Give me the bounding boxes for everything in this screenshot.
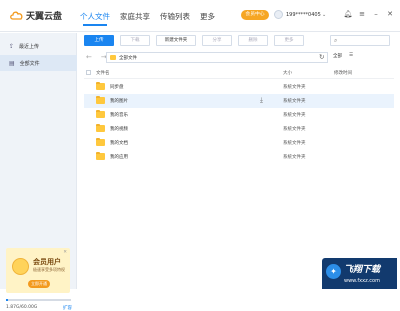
sidebar-item-recent-upload[interactable]: ⇪ 最近上传 [0,38,77,54]
expand-storage-link[interactable]: 扩容 [63,305,72,311]
file-type: 系统文件夹 [283,99,306,104]
view-options: 全部 ☰ [333,53,360,59]
table-header: 文件名 大小 修改时间 [84,67,394,79]
watermark-url: www.fxxz.com [344,278,380,284]
vip-center-button[interactable]: 会员中心 [241,10,269,20]
file-icon: ▤ [9,59,15,67]
delete-button[interactable]: 删除 [238,35,268,46]
file-name: 我的文档 [110,141,128,146]
breadcrumb[interactable]: 全部文件 [106,52,328,63]
column-size[interactable]: 大小 [283,70,292,76]
folder-icon [96,151,105,160]
sidebar-item-label: 全部文件 [19,60,40,67]
minimize-icon[interactable]: – [370,9,382,20]
sidebar-item-label: 最近上传 [19,43,40,50]
folder-icon [96,109,105,118]
chevron-down-icon[interactable]: ⌄ [322,12,326,18]
folder-icon [96,95,105,104]
tab-more[interactable]: 更多 [200,11,215,22]
upload-icon: ⇪ [9,42,15,50]
promo-subtitle: 极速享受多项特权 [33,267,65,272]
folder-icon [96,123,105,132]
folder-icon [96,137,105,146]
search-icon: ⌕ [334,37,338,44]
main-tabs: 个人文件 家庭共享 传输列表 更多 [80,11,225,26]
promo-title: 会员用户 [33,258,61,266]
breadcrumb-path: 全部文件 [119,55,137,61]
storage-progress-fill [6,299,8,301]
table-row[interactable]: 我的文档 系统文件夹 [84,136,394,150]
tab-transfer-list[interactable]: 传输列表 [160,11,190,22]
more-button[interactable]: 更多 [274,35,304,46]
download-button[interactable]: 下载 [120,35,150,46]
folder-icon [110,55,116,60]
select-all-checkbox[interactable] [86,70,91,75]
close-icon[interactable]: ✕ [63,250,67,255]
storage-usage: 1.87G/60.00G [6,305,38,310]
file-name: 我的音乐 [110,113,128,118]
sidebar: ⇪ 最近上传 ▤ 全部文件 ✕ 会员用户 极速享受多项特权 立即开通 1.87G… [0,33,77,311]
bell-icon[interactable]: 🔔︎ [342,9,354,20]
table-row[interactable]: 同步盘 系统文件夹 [84,80,394,94]
tab-personal-files[interactable]: 个人文件 [80,11,110,26]
table-row[interactable]: 我的应用 系统文件夹 [84,150,394,164]
window-controls: 🔔︎ ≡ – ✕ [340,9,396,20]
promo-open-button[interactable]: 立即开通 [28,280,50,288]
back-icon[interactable]: ← [86,53,92,61]
avatar[interactable] [274,10,283,19]
file-type: 系统文件夹 [283,155,306,160]
file-list: 同步盘 系统文件夹 我的图片 ⤓ 系统文件夹 我的音乐 系统文件夹 我的视频 系统文件夹 … [84,80,394,164]
file-type: 系统文件夹 [283,85,306,90]
cloud-icon [10,11,23,20]
file-type: 系统文件夹 [283,127,306,132]
file-type: 系统文件夹 [283,141,306,146]
file-name: 我的视频 [110,127,128,132]
tab-family-share[interactable]: 家庭共享 [120,11,150,22]
view-mode-toggle[interactable]: ☰ [349,53,353,59]
refresh-icon[interactable]: ↻ [319,53,324,61]
account-name[interactable]: 199*****0405 [286,12,321,18]
watermark-title: 飞翔下载 [344,265,381,275]
column-modified[interactable]: 修改时间 [334,70,352,76]
file-name: 我的图片 [110,99,128,104]
search-input[interactable]: ⌕ [330,35,390,46]
table-row[interactable]: 我的音乐 系统文件夹 [84,108,394,122]
menu-icon[interactable]: ≡ [356,9,368,20]
toolbar: 上传 下载 新建文件夹 分享 删除 更多 [84,35,310,46]
upload-button[interactable]: 上传 [84,35,114,46]
new-folder-button[interactable]: 新建文件夹 [156,35,196,46]
app-logo: 天翼云盘 [10,9,62,22]
vip-promo-banner[interactable]: ✕ 会员用户 极速享受多项特权 立即开通 [6,248,70,293]
title-bar: 天翼云盘 个人文件 家庭共享 传输列表 更多 会员中心 199*****0405… [0,0,400,32]
file-type: 系统文件夹 [283,113,306,118]
table-row[interactable]: 我的图片 ⤓ 系统文件夹 [84,94,394,108]
filter-all-dropdown[interactable]: 全部 [333,53,342,59]
file-name: 我的应用 [110,155,128,160]
file-name: 同步盘 [110,85,124,90]
share-button[interactable]: 分享 [202,35,232,46]
download-icon[interactable]: ⤓ [260,96,263,105]
close-icon[interactable]: ✕ [384,9,396,20]
watermark: ✦ 飞翔下载 www.fxxz.com [322,258,397,289]
app-name: 天翼云盘 [26,12,63,22]
bird-logo-icon: ✦ [326,264,341,279]
mascot-image [12,258,29,275]
folder-icon [96,81,105,90]
table-row[interactable]: 我的视频 系统文件夹 [84,122,394,136]
sidebar-item-all-files[interactable]: ▤ 全部文件 [0,55,77,71]
storage-progress [6,299,71,301]
column-name[interactable]: 文件名 [96,70,110,76]
